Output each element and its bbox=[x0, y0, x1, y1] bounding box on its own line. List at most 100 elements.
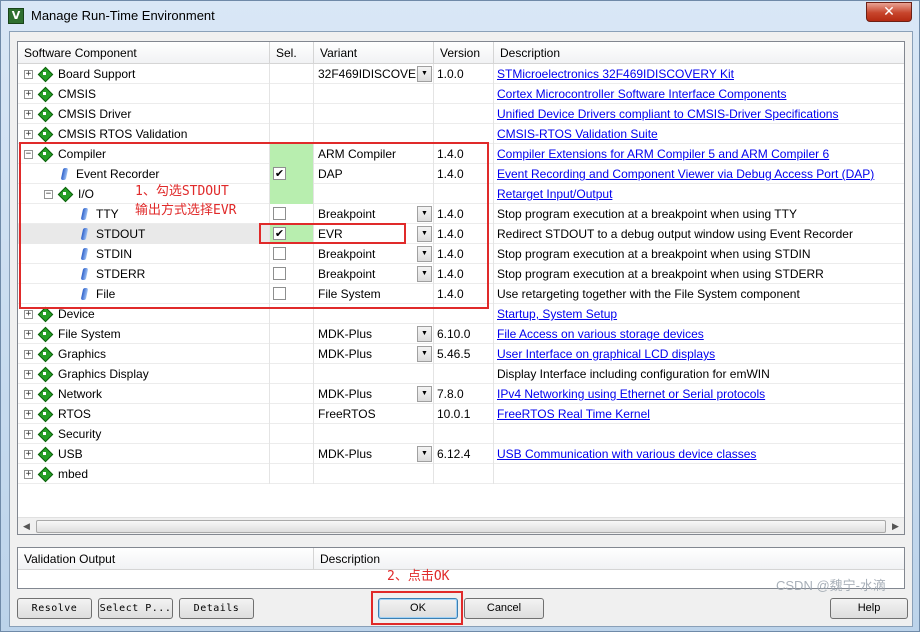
description-link[interactable]: Retarget Input/Output bbox=[497, 187, 612, 201]
description-cell: USB Communication with various device cl… bbox=[494, 444, 904, 464]
version-cell bbox=[434, 104, 494, 124]
dialog-window: V Manage Run-Time Environment ✕ Software… bbox=[0, 0, 920, 632]
expand-icon[interactable]: + bbox=[24, 370, 33, 379]
tree-row[interactable]: + CMSIS Driver Unified Device Drivers comp… bbox=[18, 104, 904, 124]
description-cell: CMSIS-RTOS Validation Suite bbox=[494, 124, 904, 144]
tree-row[interactable]: + Network MDK-Plus ▼ 7.8.0 IPv4 Networking us… bbox=[18, 384, 904, 404]
expand-icon[interactable]: + bbox=[24, 350, 33, 359]
sel-cell bbox=[270, 464, 314, 484]
details-button[interactable]: Details bbox=[179, 598, 254, 619]
scroll-right-icon[interactable]: ▶ bbox=[887, 518, 904, 534]
description-link[interactable]: USB Communication with various device cl… bbox=[497, 447, 756, 461]
variant-cell[interactable]: MDK-Plus ▼ bbox=[314, 384, 434, 404]
gem-icon bbox=[38, 427, 51, 440]
cancel-button[interactable]: Cancel bbox=[464, 598, 544, 619]
sel-cell bbox=[270, 444, 314, 464]
gem-icon bbox=[38, 327, 51, 340]
description-link[interactable]: Compiler Extensions for ARM Compiler 5 a… bbox=[497, 147, 829, 161]
expand-icon[interactable]: + bbox=[24, 310, 33, 319]
expand-icon[interactable]: + bbox=[24, 70, 33, 79]
help-button[interactable]: Help bbox=[830, 598, 908, 619]
component-name-cell: + CMSIS Driver bbox=[18, 104, 270, 124]
version-cell: 7.8.0 bbox=[434, 384, 494, 404]
description-link[interactable]: Event Recording and Component Viewer via… bbox=[497, 167, 874, 181]
description-link[interactable]: File Access on various storage devices bbox=[497, 327, 704, 341]
description-cell: STMicroelectronics 32F469IDISCOVERY Kit bbox=[494, 64, 904, 84]
description-link[interactable]: STMicroelectronics 32F469IDISCOVERY Kit bbox=[497, 67, 734, 81]
description-text: Stop program execution at a breakpoint w… bbox=[497, 267, 824, 281]
description-cell: FreeRTOS Real Time Kernel bbox=[494, 404, 904, 424]
expand-icon[interactable]: + bbox=[24, 430, 33, 439]
version-cell bbox=[434, 124, 494, 144]
description-cell: Stop program execution at a breakpoint w… bbox=[494, 264, 904, 284]
col-header-description[interactable]: Description bbox=[494, 42, 904, 64]
description-link[interactable]: FreeRTOS Real Time Kernel bbox=[497, 407, 650, 421]
description-cell: Display Interface including configuratio… bbox=[494, 364, 904, 384]
expand-icon[interactable]: + bbox=[24, 390, 33, 399]
tree-row[interactable]: + USB MDK-Plus ▼ 6.12.4 USB Communication wit… bbox=[18, 444, 904, 464]
description-cell: Use retargeting together with the File S… bbox=[494, 284, 904, 304]
chevron-down-icon[interactable]: ▼ bbox=[417, 386, 432, 402]
tree-row[interactable]: + CMSIS RTOS Validation CMSIS-RTOS Validat… bbox=[18, 124, 904, 144]
expand-icon[interactable]: + bbox=[24, 130, 33, 139]
version-cell bbox=[434, 364, 494, 384]
col-header-variant[interactable]: Variant bbox=[314, 42, 434, 64]
component-name-cell: + CMSIS bbox=[18, 84, 270, 104]
chevron-down-icon[interactable]: ▼ bbox=[417, 326, 432, 342]
expand-icon[interactable]: + bbox=[24, 110, 33, 119]
description-link[interactable]: Startup, System Setup bbox=[497, 307, 617, 321]
close-button[interactable]: ✕ bbox=[866, 2, 912, 22]
version-cell: 1.0.0 bbox=[434, 64, 494, 84]
description-link[interactable]: Unified Device Drivers compliant to CMSI… bbox=[497, 107, 838, 121]
col-header-version[interactable]: Version bbox=[434, 42, 494, 64]
tree-row[interactable]: + Security bbox=[18, 424, 904, 444]
expand-icon[interactable]: + bbox=[24, 450, 33, 459]
variant-cell[interactable]: MDK-Plus ▼ bbox=[314, 444, 434, 464]
tree-row[interactable]: + CMSIS Cortex Microcontroller Software In… bbox=[18, 84, 904, 104]
tree-row[interactable]: + Board Support 32F469IDISCOVERY ▼ 1.0.0 STMi… bbox=[18, 64, 904, 84]
tree-row[interactable]: + mbed bbox=[18, 464, 904, 484]
variant-cell[interactable]: MDK-Plus ▼ bbox=[314, 344, 434, 364]
annotation-box-ok bbox=[371, 591, 463, 625]
annotation-box-compiler-group bbox=[19, 142, 489, 309]
select-packs-button[interactable]: Select P... bbox=[98, 598, 173, 619]
resolve-button[interactable]: Resolve bbox=[17, 598, 92, 619]
horizontal-scrollbar[interactable]: ◀ ▶ bbox=[18, 517, 904, 534]
gem-icon bbox=[38, 107, 51, 120]
component-name-cell: + File System bbox=[18, 324, 270, 344]
version-cell bbox=[434, 424, 494, 444]
tree-row[interactable]: + RTOS FreeRTOS 10.0.1 FreeRTOS Real Time Ke… bbox=[18, 404, 904, 424]
tree-row[interactable]: + File System MDK-Plus ▼ 6.10.0 File Access o… bbox=[18, 324, 904, 344]
description-link[interactable]: CMSIS-RTOS Validation Suite bbox=[497, 127, 658, 141]
gem-icon bbox=[38, 127, 51, 140]
chevron-down-icon[interactable]: ▼ bbox=[417, 446, 432, 462]
expand-icon[interactable]: + bbox=[24, 90, 33, 99]
variant-cell[interactable]: MDK-Plus ▼ bbox=[314, 324, 434, 344]
col-header-validation-output[interactable]: Validation Output bbox=[18, 548, 314, 570]
description-cell: Stop program execution at a breakpoint w… bbox=[494, 244, 904, 264]
variant-cell bbox=[314, 84, 434, 104]
sel-cell bbox=[270, 404, 314, 424]
col-header-sel[interactable]: Sel. bbox=[270, 42, 314, 64]
component-name: File System bbox=[58, 327, 121, 341]
chevron-down-icon[interactable]: ▼ bbox=[417, 66, 432, 82]
description-link[interactable]: User Interface on graphical LCD displays bbox=[497, 347, 715, 361]
title-bar[interactable]: V Manage Run-Time Environment ✕ bbox=[1, 1, 919, 31]
description-link[interactable]: Cortex Microcontroller Software Interfac… bbox=[497, 87, 786, 101]
tree-row[interactable]: + Graphics MDK-Plus ▼ 5.46.5 User Interface o… bbox=[18, 344, 904, 364]
description-text: Stop program execution at a breakpoint w… bbox=[497, 207, 797, 221]
variant-cell[interactable]: 32F469IDISCOVERY ▼ bbox=[314, 64, 434, 84]
col-header-component[interactable]: Software Component bbox=[18, 42, 270, 64]
component-name: CMSIS RTOS Validation bbox=[58, 127, 188, 141]
description-link[interactable]: IPv4 Networking using Ethernet or Serial… bbox=[497, 387, 765, 401]
scroll-thumb[interactable] bbox=[36, 520, 886, 533]
scroll-left-icon[interactable]: ◀ bbox=[18, 518, 35, 534]
chevron-down-icon[interactable]: ▼ bbox=[417, 346, 432, 362]
gem-icon bbox=[38, 67, 51, 80]
variant-cell: FreeRTOS bbox=[314, 404, 434, 424]
tree-row[interactable]: + Graphics Display Display Interface inclu… bbox=[18, 364, 904, 384]
sel-cell bbox=[270, 364, 314, 384]
expand-icon[interactable]: + bbox=[24, 410, 33, 419]
expand-icon[interactable]: + bbox=[24, 470, 33, 479]
expand-icon[interactable]: + bbox=[24, 330, 33, 339]
